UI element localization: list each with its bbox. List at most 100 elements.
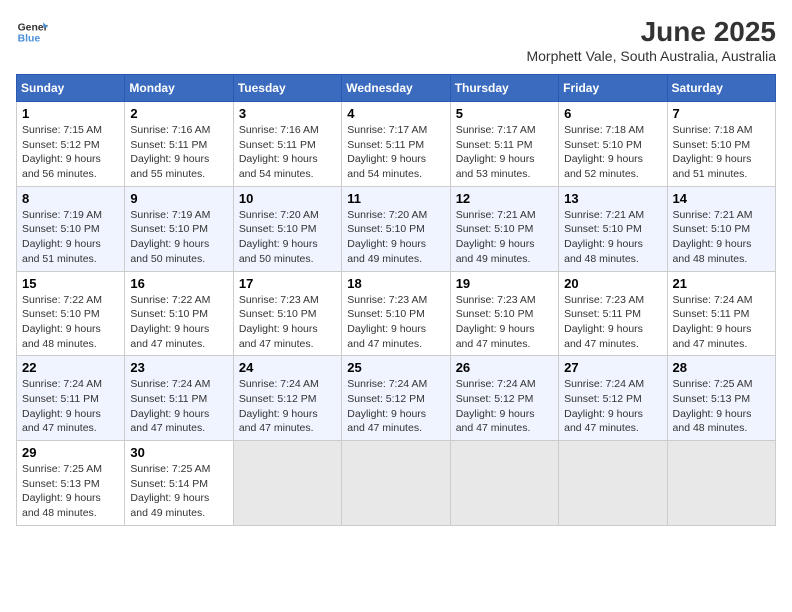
day-info-3: Sunrise: 7:16 AM Sunset: 5:11 PM Dayligh… (239, 123, 336, 182)
header-sunday: Sunday (17, 75, 125, 102)
day-number-29: 29 (22, 445, 119, 460)
day-cell-14: 14 Sunrise: 7:21 AM Sunset: 5:10 PM Dayl… (667, 186, 775, 271)
day-number-9: 9 (130, 191, 227, 206)
day-info-27: Sunrise: 7:24 AM Sunset: 5:12 PM Dayligh… (564, 377, 661, 436)
day-number-30: 30 (130, 445, 227, 460)
header-tuesday: Tuesday (233, 75, 341, 102)
header-thursday: Thursday (450, 75, 558, 102)
header-friday: Friday (559, 75, 667, 102)
header-monday: Monday (125, 75, 233, 102)
location-subtitle: Morphett Vale, South Australia, Australi… (526, 48, 776, 64)
day-number-19: 19 (456, 276, 553, 291)
day-info-2: Sunrise: 7:16 AM Sunset: 5:11 PM Dayligh… (130, 123, 227, 182)
day-info-15: Sunrise: 7:22 AM Sunset: 5:10 PM Dayligh… (22, 293, 119, 352)
day-info-10: Sunrise: 7:20 AM Sunset: 5:10 PM Dayligh… (239, 208, 336, 267)
day-info-21: Sunrise: 7:24 AM Sunset: 5:11 PM Dayligh… (673, 293, 770, 352)
day-number-23: 23 (130, 360, 227, 375)
day-info-20: Sunrise: 7:23 AM Sunset: 5:11 PM Dayligh… (564, 293, 661, 352)
day-cell-4: 4 Sunrise: 7:17 AM Sunset: 5:11 PM Dayli… (342, 102, 450, 187)
day-cell-21: 21 Sunrise: 7:24 AM Sunset: 5:11 PM Dayl… (667, 271, 775, 356)
day-number-5: 5 (456, 106, 553, 121)
logo: General Blue (16, 16, 48, 48)
day-cell-16: 16 Sunrise: 7:22 AM Sunset: 5:10 PM Dayl… (125, 271, 233, 356)
calendar-row-5: 29 Sunrise: 7:25 AM Sunset: 5:13 PM Dayl… (17, 441, 776, 526)
day-number-18: 18 (347, 276, 444, 291)
day-info-13: Sunrise: 7:21 AM Sunset: 5:10 PM Dayligh… (564, 208, 661, 267)
header-wednesday: Wednesday (342, 75, 450, 102)
day-number-11: 11 (347, 191, 444, 206)
empty-cell-4 (559, 441, 667, 526)
day-cell-20: 20 Sunrise: 7:23 AM Sunset: 5:11 PM Dayl… (559, 271, 667, 356)
day-cell-5: 5 Sunrise: 7:17 AM Sunset: 5:11 PM Dayli… (450, 102, 558, 187)
day-info-5: Sunrise: 7:17 AM Sunset: 5:11 PM Dayligh… (456, 123, 553, 182)
day-cell-26: 26 Sunrise: 7:24 AM Sunset: 5:12 PM Dayl… (450, 356, 558, 441)
day-cell-3: 3 Sunrise: 7:16 AM Sunset: 5:11 PM Dayli… (233, 102, 341, 187)
empty-cell-3 (450, 441, 558, 526)
day-number-25: 25 (347, 360, 444, 375)
day-info-18: Sunrise: 7:23 AM Sunset: 5:10 PM Dayligh… (347, 293, 444, 352)
calendar-table: Sunday Monday Tuesday Wednesday Thursday… (16, 74, 776, 526)
day-number-8: 8 (22, 191, 119, 206)
page-header: General Blue June 2025 Morphett Vale, So… (16, 16, 776, 64)
day-info-6: Sunrise: 7:18 AM Sunset: 5:10 PM Dayligh… (564, 123, 661, 182)
day-info-29: Sunrise: 7:25 AM Sunset: 5:13 PM Dayligh… (22, 462, 119, 521)
title-block: June 2025 Morphett Vale, South Australia… (526, 16, 776, 64)
day-info-28: Sunrise: 7:25 AM Sunset: 5:13 PM Dayligh… (673, 377, 770, 436)
day-cell-27: 27 Sunrise: 7:24 AM Sunset: 5:12 PM Dayl… (559, 356, 667, 441)
day-number-13: 13 (564, 191, 661, 206)
day-info-25: Sunrise: 7:24 AM Sunset: 5:12 PM Dayligh… (347, 377, 444, 436)
day-number-6: 6 (564, 106, 661, 121)
day-cell-9: 9 Sunrise: 7:19 AM Sunset: 5:10 PM Dayli… (125, 186, 233, 271)
day-info-1: Sunrise: 7:15 AM Sunset: 5:12 PM Dayligh… (22, 123, 119, 182)
day-info-16: Sunrise: 7:22 AM Sunset: 5:10 PM Dayligh… (130, 293, 227, 352)
day-info-12: Sunrise: 7:21 AM Sunset: 5:10 PM Dayligh… (456, 208, 553, 267)
day-info-30: Sunrise: 7:25 AM Sunset: 5:14 PM Dayligh… (130, 462, 227, 521)
day-cell-30: 30 Sunrise: 7:25 AM Sunset: 5:14 PM Dayl… (125, 441, 233, 526)
day-number-15: 15 (22, 276, 119, 291)
day-cell-25: 25 Sunrise: 7:24 AM Sunset: 5:12 PM Dayl… (342, 356, 450, 441)
day-cell-13: 13 Sunrise: 7:21 AM Sunset: 5:10 PM Dayl… (559, 186, 667, 271)
day-info-8: Sunrise: 7:19 AM Sunset: 5:10 PM Dayligh… (22, 208, 119, 267)
day-info-7: Sunrise: 7:18 AM Sunset: 5:10 PM Dayligh… (673, 123, 770, 182)
day-cell-8: 8 Sunrise: 7:19 AM Sunset: 5:10 PM Dayli… (17, 186, 125, 271)
day-cell-2: 2 Sunrise: 7:16 AM Sunset: 5:11 PM Dayli… (125, 102, 233, 187)
day-info-19: Sunrise: 7:23 AM Sunset: 5:10 PM Dayligh… (456, 293, 553, 352)
day-number-4: 4 (347, 106, 444, 121)
empty-cell-1 (233, 441, 341, 526)
day-cell-22: 22 Sunrise: 7:24 AM Sunset: 5:11 PM Dayl… (17, 356, 125, 441)
day-number-10: 10 (239, 191, 336, 206)
day-number-28: 28 (673, 360, 770, 375)
day-number-3: 3 (239, 106, 336, 121)
day-cell-11: 11 Sunrise: 7:20 AM Sunset: 5:10 PM Dayl… (342, 186, 450, 271)
day-cell-29: 29 Sunrise: 7:25 AM Sunset: 5:13 PM Dayl… (17, 441, 125, 526)
day-number-7: 7 (673, 106, 770, 121)
calendar-row-3: 15 Sunrise: 7:22 AM Sunset: 5:10 PM Dayl… (17, 271, 776, 356)
day-number-17: 17 (239, 276, 336, 291)
empty-cell-2 (342, 441, 450, 526)
day-cell-10: 10 Sunrise: 7:20 AM Sunset: 5:10 PM Dayl… (233, 186, 341, 271)
day-cell-23: 23 Sunrise: 7:24 AM Sunset: 5:11 PM Dayl… (125, 356, 233, 441)
day-info-26: Sunrise: 7:24 AM Sunset: 5:12 PM Dayligh… (456, 377, 553, 436)
day-cell-24: 24 Sunrise: 7:24 AM Sunset: 5:12 PM Dayl… (233, 356, 341, 441)
day-info-4: Sunrise: 7:17 AM Sunset: 5:11 PM Dayligh… (347, 123, 444, 182)
day-number-1: 1 (22, 106, 119, 121)
empty-cell-5 (667, 441, 775, 526)
day-number-14: 14 (673, 191, 770, 206)
calendar-header-row: Sunday Monday Tuesday Wednesday Thursday… (17, 75, 776, 102)
day-info-11: Sunrise: 7:20 AM Sunset: 5:10 PM Dayligh… (347, 208, 444, 267)
day-number-20: 20 (564, 276, 661, 291)
day-info-14: Sunrise: 7:21 AM Sunset: 5:10 PM Dayligh… (673, 208, 770, 267)
day-cell-28: 28 Sunrise: 7:25 AM Sunset: 5:13 PM Dayl… (667, 356, 775, 441)
calendar-row-4: 22 Sunrise: 7:24 AM Sunset: 5:11 PM Dayl… (17, 356, 776, 441)
day-number-27: 27 (564, 360, 661, 375)
header-saturday: Saturday (667, 75, 775, 102)
day-cell-19: 19 Sunrise: 7:23 AM Sunset: 5:10 PM Dayl… (450, 271, 558, 356)
svg-text:Blue: Blue (18, 34, 41, 45)
day-cell-1: 1 Sunrise: 7:15 AM Sunset: 5:12 PM Dayli… (17, 102, 125, 187)
day-number-22: 22 (22, 360, 119, 375)
day-cell-6: 6 Sunrise: 7:18 AM Sunset: 5:10 PM Dayli… (559, 102, 667, 187)
day-number-12: 12 (456, 191, 553, 206)
calendar-row-2: 8 Sunrise: 7:19 AM Sunset: 5:10 PM Dayli… (17, 186, 776, 271)
day-number-24: 24 (239, 360, 336, 375)
month-year-title: June 2025 (526, 16, 776, 48)
